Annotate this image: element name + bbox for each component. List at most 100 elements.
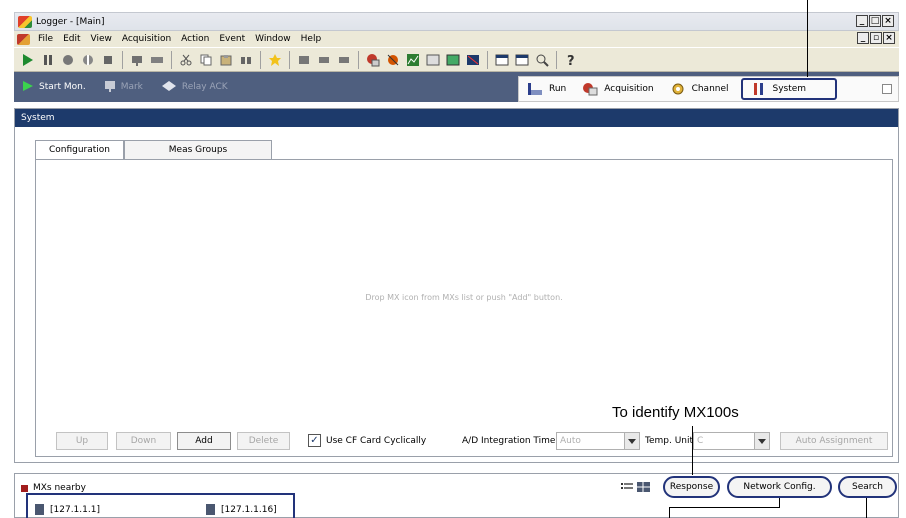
overview-icon[interactable] (445, 52, 461, 68)
menu-window[interactable]: Window (250, 34, 296, 44)
mx-list-highlight (26, 493, 295, 518)
play-icon[interactable] (20, 52, 36, 68)
up-button[interactable]: Up (56, 432, 108, 450)
system-panel: System Configuration Meas Groups Drop MX… (14, 108, 899, 463)
channel-gear-icon (670, 82, 686, 96)
menu-help[interactable]: Help (296, 34, 327, 44)
down-button[interactable]: Down (116, 432, 171, 450)
screen-2-icon[interactable] (316, 52, 332, 68)
window-2-icon[interactable] (514, 52, 530, 68)
help-icon[interactable]: ? (563, 52, 579, 68)
annotation-line-network-down (669, 507, 670, 518)
chevron-down-icon (624, 433, 639, 449)
add-button[interactable]: Add (177, 432, 231, 450)
alarm-summary-icon[interactable] (465, 52, 481, 68)
toolbar-separator (289, 50, 290, 69)
stop-icon[interactable] (100, 52, 116, 68)
mark-label: Mark (120, 82, 143, 92)
configuration-body: Drop MX icon from MXs list or push "Add"… (35, 159, 893, 457)
screen-1-icon[interactable] (296, 52, 312, 68)
document-icon (17, 33, 30, 45)
doc-restore-button[interactable]: ▫ (870, 32, 882, 44)
menu-event[interactable]: Event (214, 34, 250, 44)
toolbar: ? (14, 47, 899, 72)
tab-meas-groups[interactable]: Meas Groups (124, 140, 272, 159)
panel-header: System (15, 109, 898, 127)
start-mon-label: Start Mon. (39, 82, 86, 92)
view-run-tab[interactable]: Run (519, 78, 574, 100)
collapse-button[interactable] (882, 84, 892, 94)
toolbar-separator (487, 50, 488, 69)
title-bar: Logger - [Main] _ □ × (14, 12, 899, 31)
ad-integration-label: A/D Integration Time (462, 436, 556, 446)
doc-close-button[interactable]: × (883, 32, 895, 44)
start-mon-button[interactable]: Start Mon. (22, 80, 86, 95)
response-button[interactable]: Response (663, 476, 720, 498)
temp-unit-label: Temp. Unit (645, 436, 694, 446)
detail-view-icon[interactable] (637, 482, 650, 495)
zoom-icon[interactable] (534, 52, 550, 68)
minimize-button[interactable]: _ (856, 15, 868, 27)
view-system-label: System (772, 84, 807, 94)
find-icon[interactable] (238, 52, 254, 68)
config-button-row: Up Down Add Delete ✓ Use CF Card Cyclica… (36, 432, 892, 452)
auto-assignment-button[interactable]: Auto Assignment (780, 432, 888, 450)
annotation-line-search (866, 498, 867, 518)
mxs-nearby-header: MXs nearby (21, 483, 86, 493)
window-controls: _ □ × (856, 15, 894, 27)
relay-ack-label: Relay ACK (181, 82, 228, 92)
list-view-icon[interactable] (621, 482, 634, 495)
run-icon (527, 82, 543, 96)
pause-icon[interactable] (40, 52, 56, 68)
screen-3-icon[interactable] (336, 52, 352, 68)
toolbar-separator (556, 50, 557, 69)
tab-configuration[interactable]: Configuration (35, 140, 124, 159)
menu-view[interactable]: View (86, 34, 117, 44)
copy-icon[interactable] (198, 52, 214, 68)
chevron-down-icon (754, 433, 769, 449)
toolbar-separator (260, 50, 261, 69)
view-run-label: Run (549, 84, 567, 94)
paste-icon[interactable] (218, 52, 234, 68)
list-view-toggle (621, 482, 650, 495)
menu-edit[interactable]: Edit (58, 34, 85, 44)
menu-acquisition[interactable]: Acquisition (117, 34, 176, 44)
annotation-line-network (779, 498, 780, 507)
maximize-button[interactable]: □ (869, 15, 881, 27)
mxs-nearby-label: MXs nearby (33, 483, 86, 493)
mark-flag-icon (104, 80, 116, 95)
view-channel-label: Channel (691, 84, 729, 94)
red-square-icon (21, 484, 28, 492)
network-config-button[interactable]: Network Config. (727, 476, 832, 498)
cut-icon[interactable] (178, 52, 194, 68)
record-icon[interactable] (60, 52, 76, 68)
app-logo-icon (18, 15, 32, 28)
doc-minimize-button[interactable]: _ (857, 32, 869, 44)
menu-bar: File Edit View Acquisition Action Event … (14, 31, 899, 47)
ad-integration-select[interactable]: Auto (556, 432, 640, 450)
view-selector: Run Acquisition Channel System (518, 76, 899, 102)
alarm-icon[interactable] (385, 52, 401, 68)
relay-ack-icon (161, 80, 177, 95)
view-channel-tab[interactable]: Channel (662, 78, 737, 100)
window-1-icon[interactable] (494, 52, 510, 68)
mark-button[interactable]: Mark (104, 80, 143, 95)
delete-button[interactable]: Delete (237, 432, 290, 450)
digital-icon[interactable] (425, 52, 441, 68)
relay-icon[interactable] (149, 52, 165, 68)
acquisition-icon[interactable] (365, 52, 381, 68)
temp-unit-select[interactable]: C (693, 432, 770, 450)
half-record-icon[interactable] (80, 52, 96, 68)
relay-ack-button[interactable]: Relay ACK (161, 80, 228, 95)
mark-icon[interactable] (129, 52, 145, 68)
view-system-tab[interactable]: System (740, 78, 837, 100)
menu-file[interactable]: File (33, 34, 58, 44)
trend-icon[interactable] (405, 52, 421, 68)
close-button[interactable]: × (882, 15, 894, 27)
toolbar-separator (358, 50, 359, 69)
search-button[interactable]: Search (838, 476, 897, 498)
menu-action[interactable]: Action (176, 34, 214, 44)
view-acquisition-tab[interactable]: Acquisition (574, 78, 661, 100)
wizard-icon[interactable] (267, 52, 283, 68)
use-cf-card-checkbox[interactable]: ✓ (308, 434, 321, 447)
